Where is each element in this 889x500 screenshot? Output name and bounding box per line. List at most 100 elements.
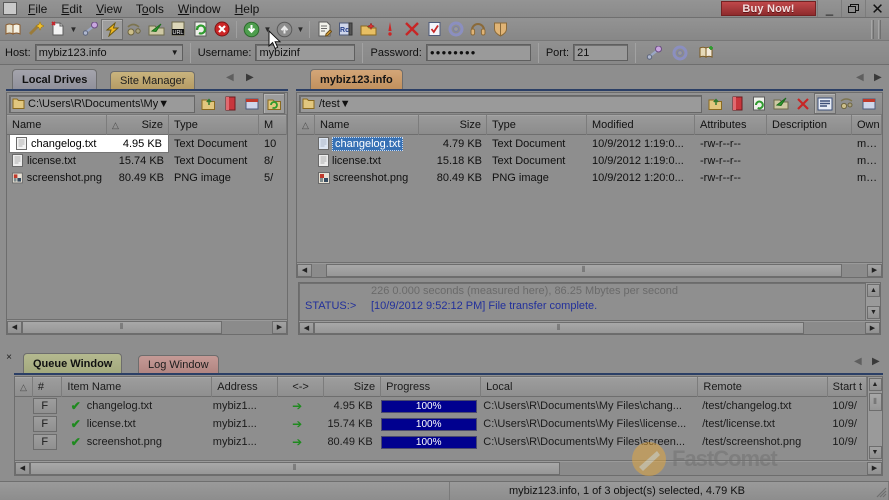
port-input[interactable]: 21 — [573, 44, 629, 61]
table-row[interactable]: license.txt 15.18 KB Text Document 10/9/… — [297, 152, 882, 169]
local-tab-prev[interactable]: ◀ — [226, 72, 234, 83]
local-col-modified[interactable]: M — [259, 115, 287, 135]
tab-remote-site[interactable]: mybiz123.info — [310, 69, 403, 90]
queue-hscroll-thumb[interactable]: ⦀ — [30, 461, 560, 475]
remote-col-owner[interactable]: Own — [852, 115, 882, 135]
log-vscroll-down[interactable]: ▼ — [867, 306, 880, 319]
remote-hscroll-thumb[interactable]: ⦀ — [326, 263, 842, 277]
edit-file-button[interactable] — [313, 19, 335, 40]
remote-refresh-button[interactable] — [748, 93, 770, 114]
remote-col-type[interactable]: Type — [487, 115, 587, 135]
local-hscroll-left[interactable]: ◀ — [7, 320, 22, 334]
site-manager-button[interactable] — [2, 19, 24, 40]
minimize-button[interactable]: _ — [817, 0, 841, 17]
delete-button[interactable] — [401, 19, 423, 40]
queue-col-address[interactable]: Address — [212, 377, 278, 397]
log-hscrollbar[interactable]: ◀ ⦀ ▶ — [299, 320, 880, 334]
refresh-remote-button[interactable] — [145, 19, 167, 40]
queue-hscroll-left[interactable]: ◀ — [15, 461, 30, 475]
remote-col-attributes[interactable]: Attributes — [695, 115, 767, 135]
remote-col-modified[interactable]: Modified — [587, 115, 695, 135]
local-hscroll-thumb[interactable]: ⦀ — [22, 320, 222, 334]
log-vscroll-up[interactable]: ▲ — [867, 284, 880, 297]
local-refresh-button[interactable] — [263, 93, 285, 114]
queue-row[interactable]: F ✔ changelog.txt mybiz1... ➔ 4.95 KB 10… — [15, 397, 867, 415]
menu-item-file[interactable]: File — [21, 1, 54, 17]
shield-button[interactable] — [489, 19, 511, 40]
table-row[interactable]: screenshot.png 80.49 KB PNG image 10/9/2… — [297, 169, 882, 186]
menu-item-help[interactable]: Help — [228, 1, 267, 17]
upload-dropdown-icon[interactable]: ▼ — [295, 19, 306, 40]
menu-item-window[interactable]: Window — [171, 1, 228, 17]
queue-row[interactable]: F ✔ screenshot.png mybiz1... ➔ 80.49 KB … — [15, 433, 867, 451]
maximize-button[interactable] — [841, 0, 865, 17]
remote-hscroll-left[interactable]: ◀ — [297, 263, 312, 277]
resize-grip-icon[interactable] — [875, 486, 887, 498]
new-tab-button[interactable] — [46, 19, 68, 40]
refresh-button[interactable] — [189, 19, 211, 40]
queue-vscroll-up[interactable]: ▲ — [868, 378, 882, 391]
alert-button[interactable] — [379, 19, 401, 40]
local-col-size[interactable]: △ Size — [107, 115, 169, 135]
local-hscroll-track[interactable] — [222, 320, 272, 334]
tab-queue-window[interactable]: Queue Window — [23, 353, 123, 374]
table-row[interactable]: license.txt 15.74 KB Text Document 8/ — [7, 152, 287, 169]
toolbar-grip[interactable] — [871, 19, 874, 39]
remote-hscroll-track[interactable] — [842, 263, 867, 277]
copy-url-button[interactable]: URL — [167, 19, 189, 40]
table-row[interactable]: changelog.txt 4.79 KB Text Document 10/9… — [297, 135, 882, 152]
local-col-type[interactable]: Type — [169, 115, 259, 135]
add-site-button[interactable] — [695, 42, 717, 63]
password-input[interactable]: ●●●●●●●● — [425, 44, 531, 61]
remote-properties-button[interactable] — [814, 93, 836, 114]
remote-tab-next[interactable]: ▶ — [874, 72, 882, 83]
queue-vscrollbar[interactable]: ▲ ⦀ ▼ — [867, 377, 882, 460]
local-tab-next[interactable]: ▶ — [246, 72, 254, 83]
queue-sort-indicator[interactable]: △ — [15, 377, 33, 397]
queue-row[interactable]: F ✔ license.txt mybiz1... ➔ 15.74 KB 100… — [15, 415, 867, 433]
queue-hscrollbar[interactable]: ◀ ⦀ ▶ — [15, 460, 882, 475]
queue-hscroll-right[interactable]: ▶ — [867, 461, 882, 475]
remote-parent-folder-button[interactable] — [704, 93, 726, 114]
system-menu-icon[interactable] — [3, 2, 17, 15]
local-path-dropdown-icon[interactable]: ▼ — [158, 98, 169, 110]
queue-vscroll-thumb[interactable]: ⦀ — [868, 393, 882, 411]
remote-col-size[interactable]: Size — [419, 115, 487, 135]
local-drive-button[interactable] — [219, 93, 241, 114]
log-hscroll-thumb[interactable]: ⦀ — [314, 321, 804, 334]
new-tab-dropdown-icon[interactable]: ▼ — [68, 19, 79, 40]
close-button[interactable]: ✕ — [865, 0, 889, 18]
remote-sort-indicator[interactable]: △ — [297, 115, 315, 135]
queue-hscroll-track[interactable] — [560, 461, 867, 475]
local-selected-item-tooltip[interactable]: changelog.txt 4.95 KB — [9, 135, 169, 153]
tab-site-manager[interactable]: Site Manager — [110, 71, 196, 90]
queue-tab-next[interactable]: ▶ — [872, 356, 880, 367]
local-hscroll-right[interactable]: ▶ — [272, 320, 287, 334]
buy-now-button[interactable]: Buy Now! — [721, 1, 816, 16]
remote-col-name[interactable]: Name — [315, 115, 419, 135]
toolbar-grip-2[interactable] — [878, 19, 881, 39]
username-input[interactable]: mybizinf — [255, 44, 356, 61]
support-button[interactable] — [467, 19, 489, 40]
queue-col-item-name[interactable]: Item Name — [62, 377, 213, 397]
menu-item-view[interactable]: View — [89, 1, 129, 17]
remote-delete-button[interactable] — [792, 93, 814, 114]
remote-col-description[interactable]: Description — [767, 115, 852, 135]
queue-col-local[interactable]: Local — [481, 377, 699, 397]
upload-button[interactable] — [273, 19, 295, 40]
local-parent-folder-button[interactable] — [197, 93, 219, 114]
remote-download-button[interactable] — [770, 93, 792, 114]
quick-connect-wizard-button[interactable] — [24, 19, 46, 40]
local-new-folder-button[interactable] — [241, 93, 263, 114]
connect-button[interactable] — [79, 19, 101, 40]
local-col-name[interactable]: Name — [7, 115, 107, 135]
remote-new-folder-button[interactable] — [858, 93, 880, 114]
queue-col-direction[interactable]: <-> — [278, 377, 325, 397]
tab-local-drives[interactable]: Local Drives — [12, 69, 98, 90]
remote-permissions-button[interactable] — [836, 93, 858, 114]
new-folder-button[interactable] — [357, 19, 379, 40]
host-dropdown-icon[interactable]: ▼ — [166, 48, 179, 57]
download-button[interactable] — [240, 19, 262, 40]
disconnect-button[interactable] — [101, 18, 123, 40]
log-hscroll-left[interactable]: ◀ — [299, 321, 314, 334]
